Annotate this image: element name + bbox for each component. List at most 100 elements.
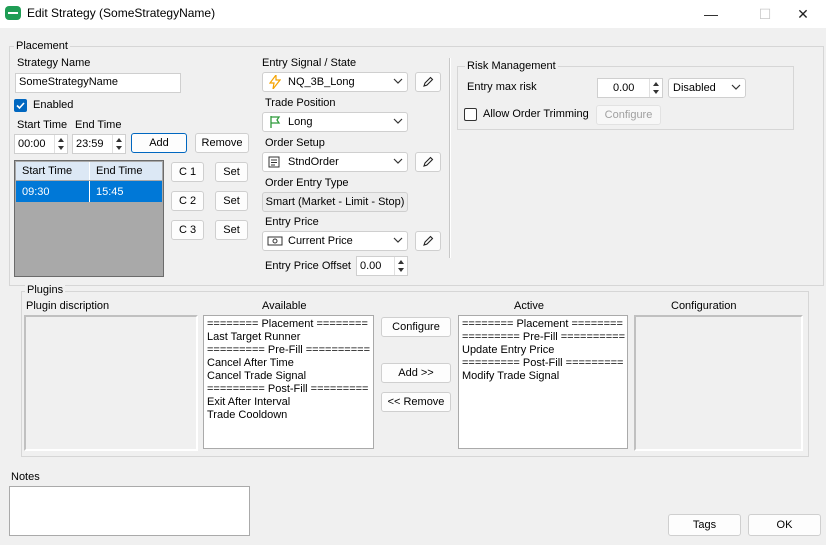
placement-group-title: Placement [14, 40, 70, 52]
separator [449, 58, 451, 258]
end-time-label: End Time [75, 119, 122, 131]
entry-max-risk-label: Entry max risk [467, 81, 537, 93]
chevron-down-icon [731, 84, 741, 90]
strategy-name-input[interactable]: SomeStrategyName [15, 73, 181, 93]
allow-order-trimming-checkbox[interactable] [464, 108, 477, 121]
list-item[interactable]: Cancel After Time [204, 357, 373, 370]
order-entry-type-button[interactable]: Smart (Market - Limit - Stop) [262, 192, 408, 212]
c2-button[interactable]: C 2 [171, 191, 204, 211]
edit-order-setup-button[interactable] [415, 152, 441, 172]
grid-header-end-time[interactable]: End Time [90, 162, 162, 180]
entry-price-offset-value: 0.00 [360, 260, 382, 272]
tags-button[interactable]: Tags [668, 514, 741, 536]
c1-button[interactable]: C 1 [171, 162, 204, 182]
chevron-down-icon [393, 118, 403, 124]
order-setup-label: Order Setup [265, 137, 325, 149]
order-setup-icon [267, 155, 283, 169]
edit-entry-signal-button[interactable] [415, 72, 441, 92]
chevron-down-icon [393, 237, 403, 243]
entry-signal-select[interactable]: NQ_3B_Long [262, 72, 408, 92]
plugin-configure-button[interactable]: Configure [381, 317, 451, 337]
entry-price-label: Entry Price [265, 216, 319, 228]
pencil-icon [423, 76, 434, 87]
ok-button[interactable]: OK [748, 514, 821, 536]
risk-management-title: Risk Management [465, 60, 558, 72]
grid-cell-start: 09:30 [16, 181, 90, 202]
entry-price-offset-stepper[interactable]: 0.00 [356, 256, 408, 276]
notes-textarea[interactable] [9, 486, 250, 536]
time-grid[interactable]: Start Time End Time 09:30 15:45 [14, 160, 164, 277]
stepper-arrows-icon[interactable] [394, 257, 407, 275]
available-plugins-list[interactable]: ======== Placement ======== Last Target … [203, 315, 374, 449]
list-item[interactable]: Update Entry Price [459, 344, 627, 357]
entry-max-risk-stepper[interactable]: 0.00 [597, 78, 663, 98]
add-time-button[interactable]: Add [131, 133, 187, 153]
order-setup-value: StndOrder [288, 156, 339, 168]
end-time-value: 23:59 [76, 138, 104, 150]
chevron-down-icon [393, 158, 403, 164]
chevron-down-icon [393, 78, 403, 84]
list-item[interactable]: Exit After Interval [204, 396, 373, 409]
checkmark-icon [16, 102, 25, 110]
notes-label: Notes [11, 471, 40, 483]
trade-position-value: Long [288, 116, 313, 128]
enabled-checkbox[interactable] [14, 99, 27, 112]
entry-price-select[interactable]: Current Price [262, 231, 408, 251]
remove-time-button[interactable]: Remove [195, 133, 249, 153]
app-icon [5, 6, 21, 20]
pencil-icon [423, 235, 434, 246]
end-time-stepper[interactable]: 23:59 [72, 134, 126, 154]
set-c2-button[interactable]: Set [215, 191, 248, 211]
lightning-icon [267, 75, 283, 89]
list-item[interactable]: ======== Placement ======== [204, 318, 373, 331]
grid-header-start-time[interactable]: Start Time [16, 162, 90, 180]
trade-position-label: Trade Position [265, 97, 336, 109]
list-item[interactable]: ========= Pre-Fill ========== [459, 331, 627, 344]
stepper-arrows-icon[interactable] [649, 79, 662, 97]
table-row[interactable]: 09:30 15:45 [16, 181, 162, 202]
strategy-name-label: Strategy Name [17, 57, 91, 69]
list-item[interactable]: ======== Placement ======== [459, 318, 627, 331]
pencil-icon [423, 156, 434, 167]
plugins-group-title: Plugins [25, 284, 66, 296]
plugin-description-header: Plugin discription [26, 300, 110, 312]
allow-order-trimming-label: Allow Order Trimming [483, 108, 589, 120]
configuration-header: Configuration [671, 300, 737, 312]
stepper-arrows-icon[interactable] [54, 135, 67, 153]
money-icon [267, 234, 283, 248]
edit-entry-price-button[interactable] [415, 231, 441, 251]
list-item[interactable]: ========= Post-Fill ========= [459, 357, 627, 370]
entry-signal-value: NQ_3B_Long [288, 76, 355, 88]
stepper-arrows-icon[interactable] [112, 135, 125, 153]
entry-price-offset-label: Entry Price Offset [265, 260, 351, 272]
window-title: Edit Strategy (SomeStrategyName) [27, 6, 216, 20]
grid-cell-end: 15:45 [96, 185, 124, 198]
start-time-stepper[interactable]: 00:00 [14, 134, 68, 154]
active-header: Active [514, 300, 544, 312]
time-grid-header: Start Time End Time [16, 162, 162, 180]
plugin-description-panel [24, 315, 198, 451]
order-setup-select[interactable]: StndOrder [262, 152, 408, 172]
list-item[interactable]: Modify Trade Signal [459, 370, 627, 383]
list-item[interactable]: ========= Post-Fill ========= [204, 383, 373, 396]
order-entry-type-label: Order Entry Type [265, 177, 349, 189]
risk-mode-select[interactable]: Disabled [668, 78, 746, 98]
risk-configure-button: Configure [596, 105, 661, 125]
trade-position-select[interactable]: Long [262, 112, 408, 132]
c3-button[interactable]: C 3 [171, 220, 204, 240]
remove-plugin-button[interactable]: << Remove [381, 392, 451, 412]
start-time-value: 00:00 [18, 138, 46, 150]
minimize-button[interactable]: — [688, 0, 734, 28]
available-header: Available [262, 300, 307, 312]
close-button[interactable]: ✕ [780, 0, 826, 28]
entry-signal-label: Entry Signal / State [262, 57, 357, 69]
list-item[interactable]: Last Target Runner [204, 331, 373, 344]
list-item[interactable]: ========= Pre-Fill ========== [204, 344, 373, 357]
add-plugin-button[interactable]: Add >> [381, 363, 451, 383]
set-c3-button[interactable]: Set [215, 220, 248, 240]
list-item[interactable]: Trade Cooldown [204, 409, 373, 422]
enabled-label: Enabled [33, 99, 74, 111]
set-c1-button[interactable]: Set [215, 162, 248, 182]
list-item[interactable]: Cancel Trade Signal [204, 370, 373, 383]
active-plugins-list[interactable]: ======== Placement ======== ========= Pr… [458, 315, 628, 449]
